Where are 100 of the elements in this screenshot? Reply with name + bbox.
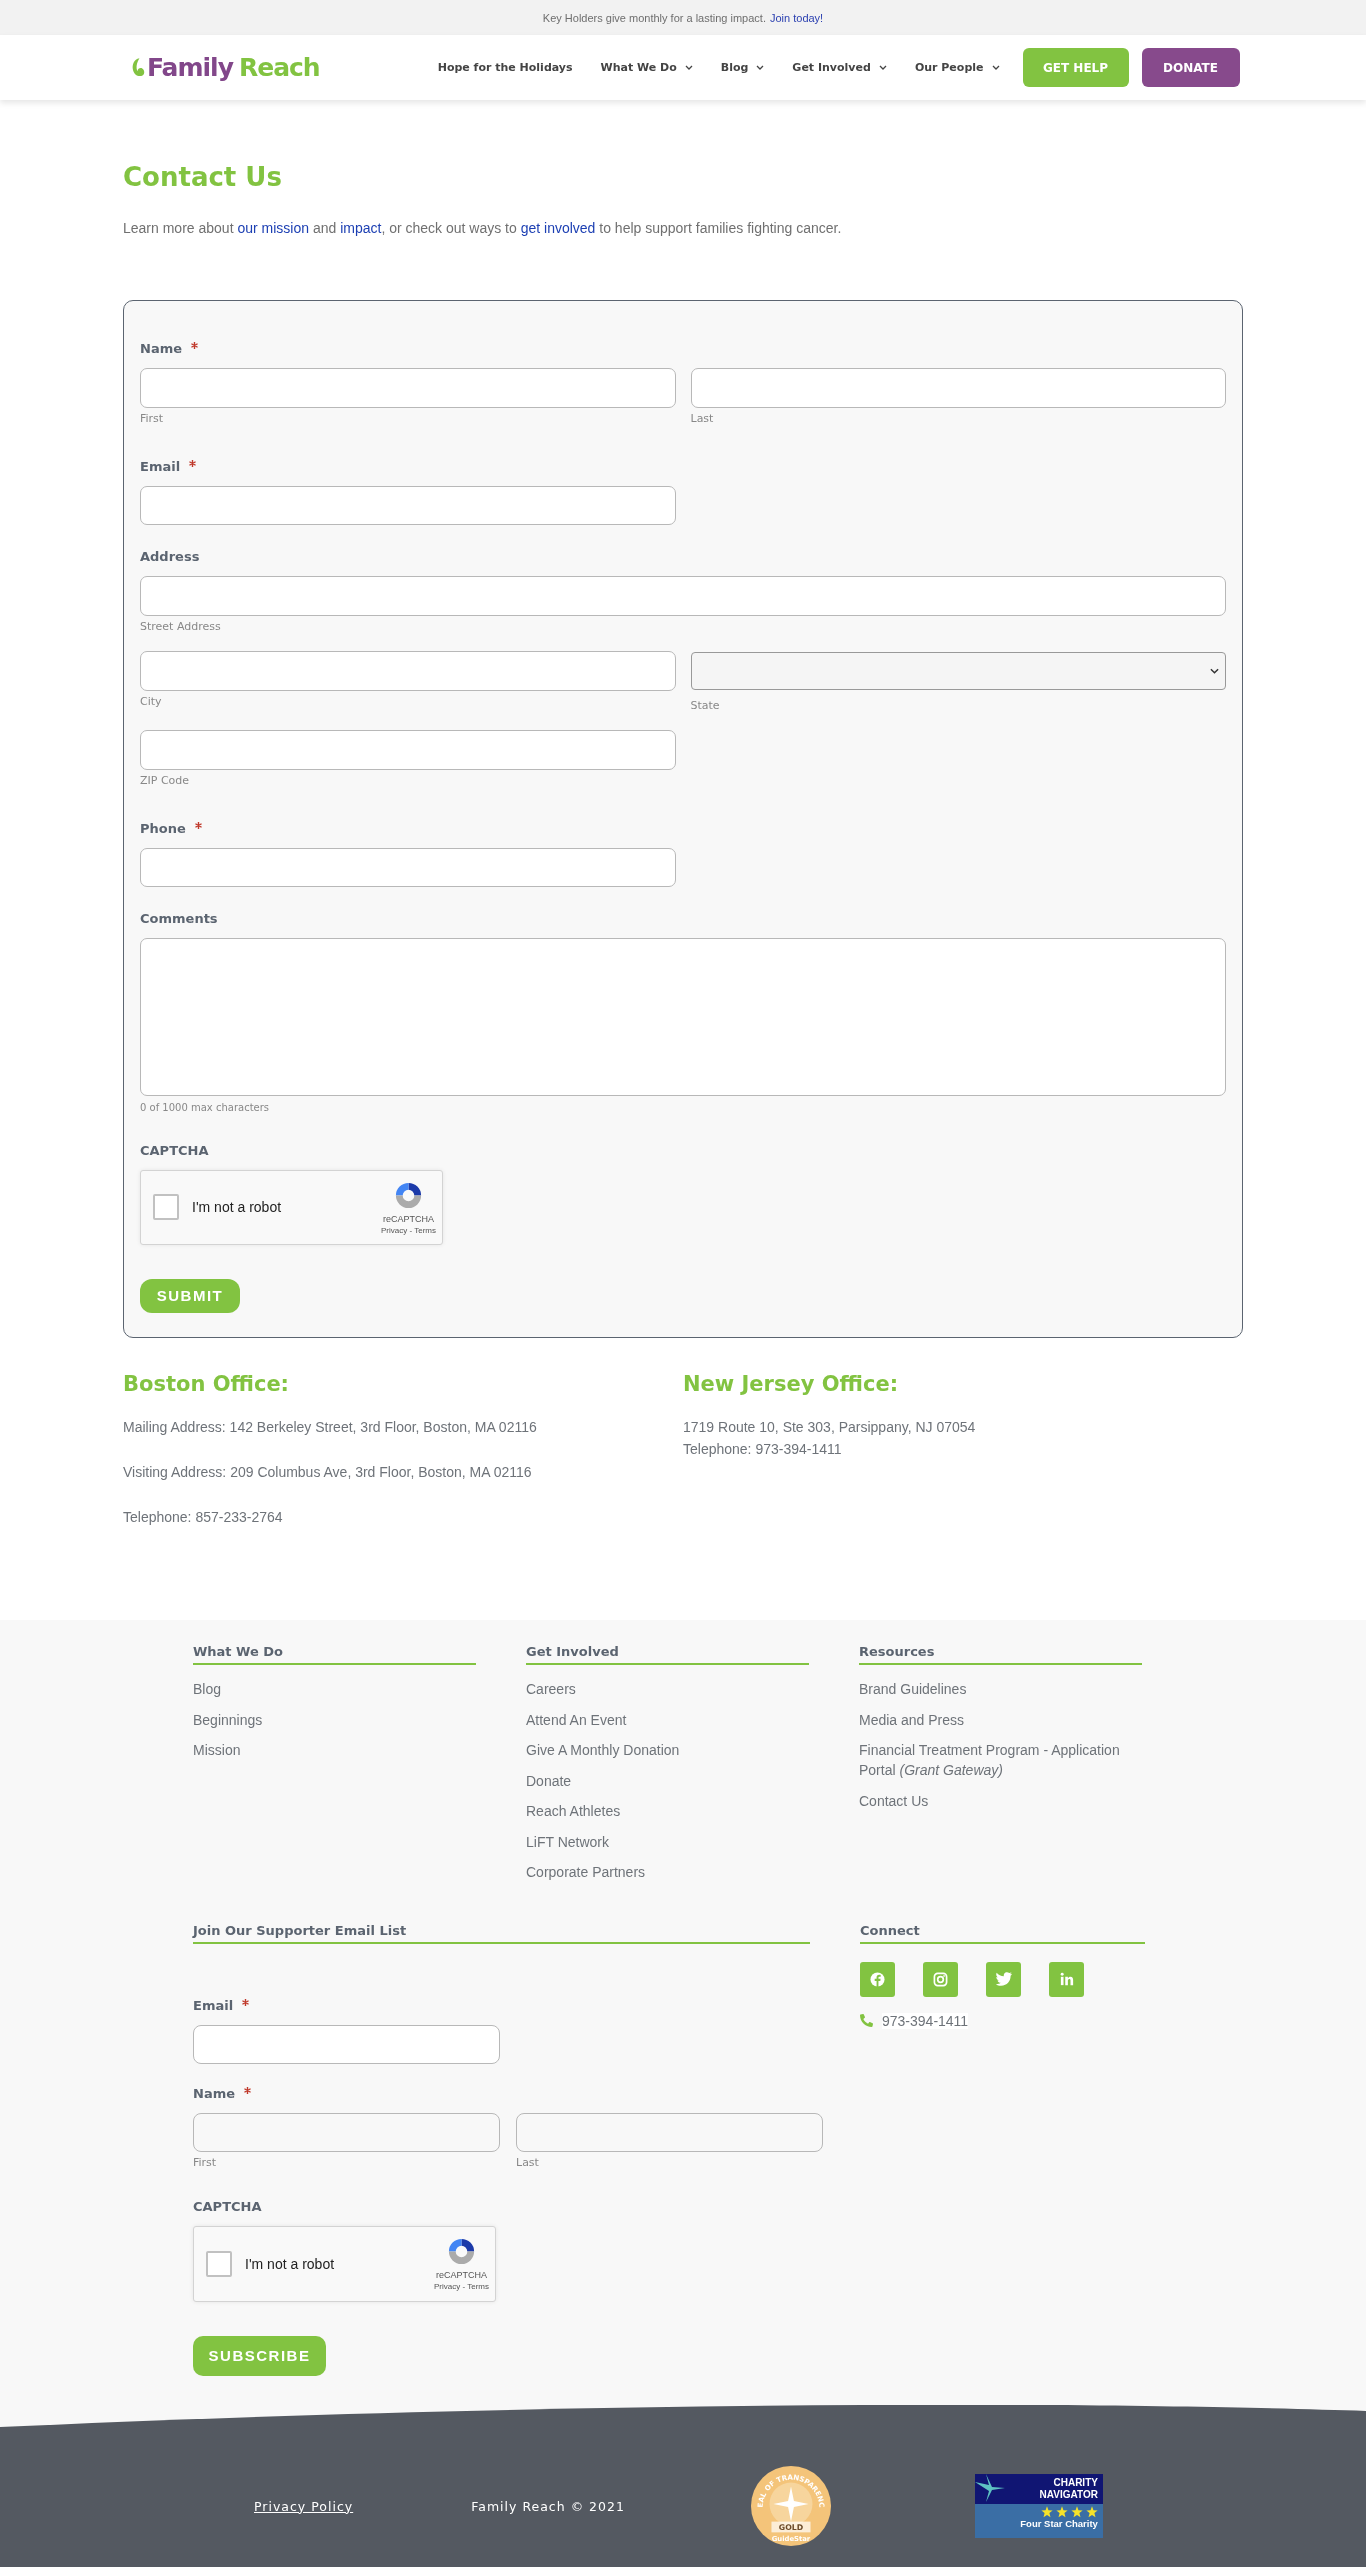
footer-link[interactable]: Brand Guidelines <box>859 1679 967 1699</box>
nav-link[interactable]: Get Involved <box>792 61 887 74</box>
footer-link[interactable]: Mission <box>193 1740 241 1760</box>
text-input[interactable] <box>193 2112 500 2152</box>
office-text: 1719 Route 10, Ste 303, Parsippany, NJ 07054 <box>683 1418 977 1437</box>
footer-heading: Connect <box>860 1922 1145 1944</box>
required-icon <box>242 1998 250 2006</box>
office-text: Mailing Address: 142 Berkeley Street, 3rd Floor, Boston, MA 02116 <box>123 1418 538 1437</box>
logo-text[interactable]: Family <box>147 53 233 82</box>
required-icon <box>194 821 202 829</box>
comments-textarea[interactable] <box>140 938 1226 1096</box>
nav-link[interactable]: What We Do <box>600 61 693 74</box>
captcha-checkbox[interactable] <box>206 2250 232 2277</box>
footer-link[interactable]: Careers <box>526 1679 576 1699</box>
office-text: Telephone: 857-233-2764 <box>123 1508 284 1527</box>
office-text: Telephone: 973-394-1411 <box>683 1440 843 1459</box>
text-input[interactable] <box>690 368 1226 408</box>
field-label: Email <box>140 459 181 474</box>
recaptcha-brand: reCAPTCHA <box>436 2270 487 2280</box>
city-input[interactable] <box>140 650 676 691</box>
phone-input[interactable] <box>140 847 676 888</box>
intro-link[interactable]: get involved <box>520 220 596 236</box>
required-icon <box>189 460 197 467</box>
text-input[interactable] <box>140 368 676 408</box>
recaptcha-icon <box>446 2236 477 2267</box>
field-label: Email <box>193 1997 234 2013</box>
captcha-label: I'm not a robot <box>245 2255 336 2272</box>
field-sublabel: ZIP Code <box>140 773 190 787</box>
caret-icon <box>756 65 765 70</box>
caret-icon <box>684 65 693 70</box>
street-input[interactable] <box>140 576 1226 616</box>
footer-link[interactable]: Attend An Event <box>526 1709 627 1730</box>
linkedin-icon[interactable] <box>1049 1961 1084 1997</box>
text-input[interactable] <box>516 2112 823 2152</box>
announcement-text: Key Holders give monthly for a lasting impact. <box>542 11 766 24</box>
footer-link[interactable]: Contact Us <box>859 1790 929 1811</box>
field-sublabel: City <box>140 694 163 708</box>
field-sublabel: State <box>690 698 721 712</box>
badge-caption: Four Star Charity <box>1020 2518 1098 2529</box>
zip-input[interactable] <box>140 729 676 770</box>
facebook-icon[interactable] <box>860 1961 895 1997</box>
twitter-icon[interactable] <box>986 1961 1021 1997</box>
intro-text: Learn more about our mission and impact, or check out ways to get involved to help support families fighting cancer. <box>123 220 843 236</box>
caret-icon <box>1210 667 1219 674</box>
field-label: Name <box>193 2085 235 2101</box>
page-title: Contact Us <box>123 162 283 192</box>
footer-link[interactable]: Financial Treatment Program - Application Portal (Grant Gateway) <box>859 1740 1142 1780</box>
field-sublabel: First <box>140 412 165 425</box>
footer-link[interactable]: LiFT Network <box>526 1831 609 1852</box>
compass-star-icon <box>974 2474 1005 2504</box>
state-select[interactable] <box>690 651 1226 690</box>
footer-link[interactable]: Beginnings <box>193 1709 263 1730</box>
recaptcha-links[interactable]: Privacy - Terms <box>381 1225 436 1235</box>
footer-link[interactable]: Blog <box>193 1679 222 1699</box>
phone-icon <box>860 2014 873 2027</box>
email-input[interactable] <box>193 2024 500 2064</box>
leaf-logo-icon <box>131 57 146 78</box>
footer-heading: What We Do <box>193 1644 476 1665</box>
field-label: Comments <box>140 911 218 927</box>
footer-link[interactable]: Donate <box>526 1770 572 1791</box>
office-text: Visiting Address: 209 Columbus Ave, 3rd Floor, Boston, MA 02116 <box>123 1463 533 1482</box>
captcha-label: I'm not a robot <box>192 1199 283 1216</box>
phone-number: 973-394-1411 <box>882 2012 969 2029</box>
email-input[interactable] <box>140 486 676 526</box>
field-label: CAPTCHA <box>193 2198 262 2214</box>
field-label: Name <box>140 341 182 356</box>
donate-button[interactable]: DONATE <box>1141 48 1240 87</box>
office-title: New Jersey Office: <box>683 1372 900 1396</box>
field-sublabel: Street Address <box>140 619 221 633</box>
badge-title: CHARITY <box>1053 2477 1098 2489</box>
nav-link[interactable]: Hope for the Holidays <box>437 61 573 74</box>
field-sublabel: First <box>193 2155 218 2169</box>
recaptcha-brand: reCAPTCHA <box>383 1213 434 1224</box>
field-label: CAPTCHA <box>140 1142 209 1158</box>
field-sublabel: Last <box>516 2155 540 2169</box>
footer-link[interactable]: Media and Press <box>859 1709 965 1730</box>
recaptcha-links[interactable]: Privacy - Terms <box>434 2282 489 2291</box>
footer-link[interactable]: Corporate Partners <box>526 1862 646 1882</box>
captcha-checkbox[interactable] <box>153 1194 179 1221</box>
footer-heading: Get Involved <box>526 1644 809 1665</box>
office-title: Boston Office: <box>123 1372 291 1396</box>
required-icon <box>244 2086 251 2094</box>
footer-link[interactable]: Give A Monthly Donation <box>526 1740 680 1760</box>
footer-link[interactable]: Reach Athletes <box>526 1801 621 1821</box>
field-label: Address <box>140 549 200 565</box>
footer-heading: Join Our Supporter Email List <box>193 1922 810 1944</box>
badge-title: NAVIGATOR <box>1039 2489 1098 2501</box>
intro-link[interactable]: our mission <box>237 220 309 236</box>
nav-link[interactable]: Our People <box>914 61 1000 74</box>
required-icon <box>191 342 198 349</box>
field-sublabel: Last <box>690 412 715 425</box>
copyright-text: Family Reach © 2021 <box>471 2498 625 2514</box>
character-counter: 0 of 1000 max characters <box>140 1101 270 1113</box>
field-label: Phone <box>140 820 186 836</box>
nav-link[interactable]: Blog <box>720 61 765 74</box>
join-link[interactable]: Join today! <box>769 11 824 24</box>
privacy-policy-link[interactable]: Privacy Policy <box>254 2498 354 2514</box>
caret-icon <box>878 65 887 70</box>
footer-heading: Resources <box>859 1644 1142 1665</box>
instagram-icon[interactable] <box>923 1961 958 1997</box>
